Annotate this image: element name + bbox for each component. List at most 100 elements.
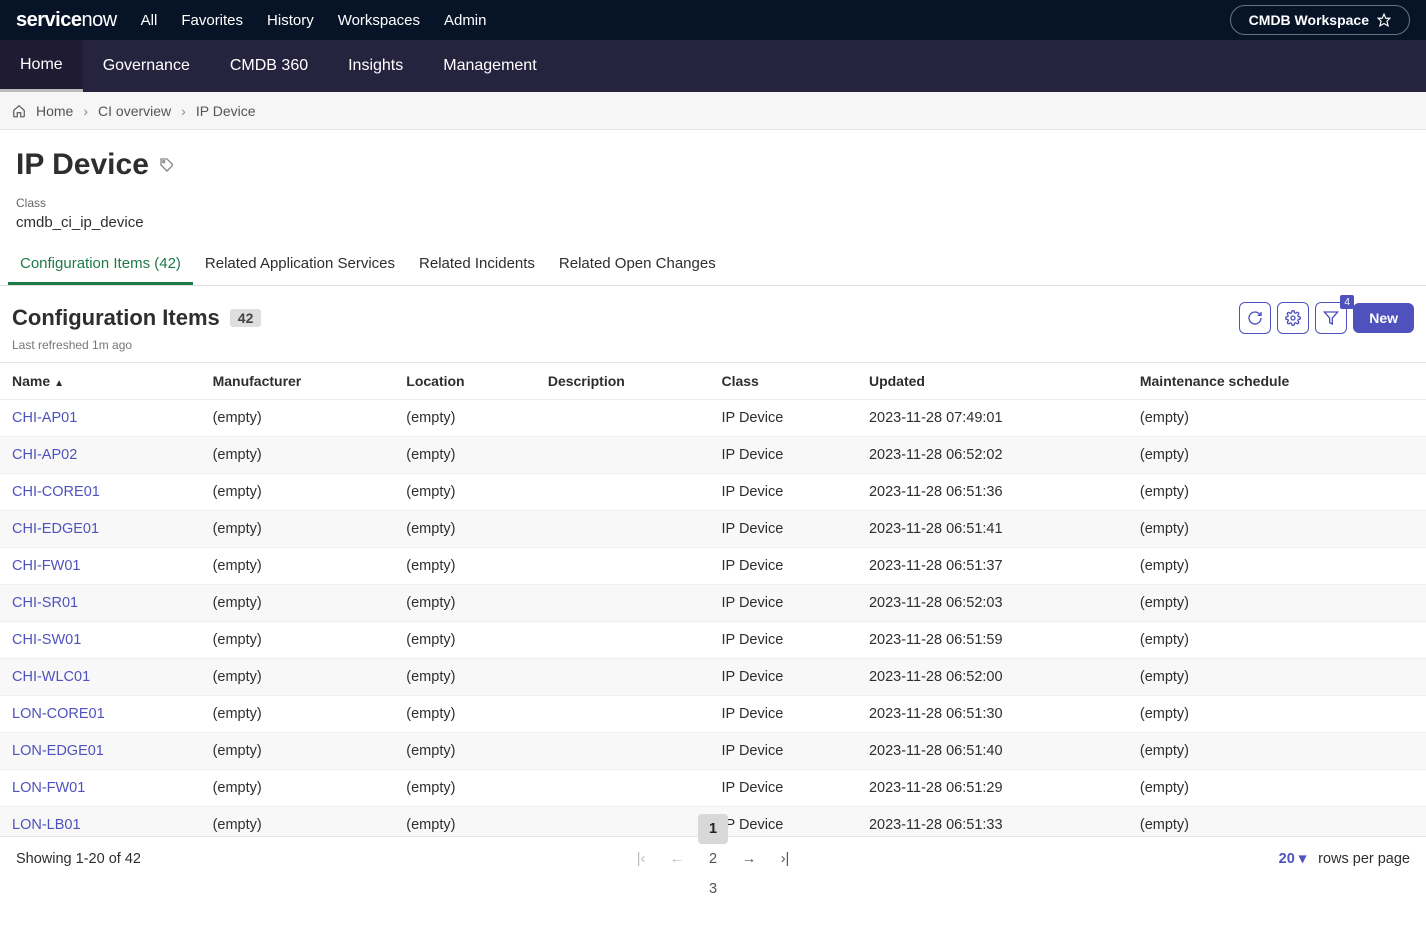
- first-page-button[interactable]: |‹: [626, 844, 656, 874]
- table-row[interactable]: CHI-SW01(empty)(empty)IP Device2023-11-2…: [0, 622, 1426, 659]
- last-page-button[interactable]: ›|: [770, 844, 800, 874]
- cell-updated: 2023-11-28 06:51:37: [857, 548, 1128, 585]
- star-icon[interactable]: [1377, 13, 1391, 27]
- column-header-updated[interactable]: Updated: [857, 363, 1128, 400]
- column-header-name[interactable]: Name▲: [0, 363, 201, 400]
- new-button[interactable]: New: [1353, 303, 1414, 333]
- class-value: cmdb_ci_ip_device: [16, 214, 1410, 231]
- cell-class: IP Device: [709, 400, 856, 437]
- last-refreshed-text: Last refreshed 1m ago: [0, 336, 1426, 362]
- ci-table: Name▲ManufacturerLocationDescriptionClas…: [0, 363, 1426, 836]
- table-row[interactable]: CHI-CORE01(empty)(empty)IP Device2023-11…: [0, 474, 1426, 511]
- tab-related-application-services[interactable]: Related Application Services: [193, 245, 407, 285]
- prev-page-button[interactable]: ←: [662, 844, 692, 874]
- cell-name[interactable]: CHI-CORE01: [0, 474, 201, 511]
- nav-admin[interactable]: Admin: [444, 12, 487, 29]
- list-table-container[interactable]: Name▲ManufacturerLocationDescriptionClas…: [0, 362, 1426, 836]
- next-page-button[interactable]: →: [734, 844, 764, 874]
- table-row[interactable]: CHI-AP02(empty)(empty)IP Device2023-11-2…: [0, 437, 1426, 474]
- filter-button[interactable]: 4: [1315, 302, 1347, 334]
- cell-maint: (empty): [1128, 474, 1426, 511]
- nav-insights[interactable]: Insights: [328, 40, 423, 92]
- cell-maint: (empty): [1128, 511, 1426, 548]
- nav-cmdb-360[interactable]: CMDB 360: [210, 40, 328, 92]
- nav-home[interactable]: Home: [0, 40, 83, 92]
- cell-name[interactable]: CHI-EDGE01: [0, 511, 201, 548]
- table-row[interactable]: CHI-WLC01(empty)(empty)IP Device2023-11-…: [0, 659, 1426, 696]
- column-header-manufacturer[interactable]: Manufacturer: [201, 363, 395, 400]
- cell-class: IP Device: [709, 622, 856, 659]
- cell-name[interactable]: CHI-SW01: [0, 622, 201, 659]
- cell-manufacturer: (empty): [201, 548, 395, 585]
- cell-description: [536, 474, 710, 511]
- cell-name[interactable]: CHI-AP01: [0, 400, 201, 437]
- home-icon[interactable]: [12, 104, 26, 118]
- breadcrumb-home[interactable]: Home: [36, 103, 73, 119]
- tab-configuration-items-42-[interactable]: Configuration Items (42): [8, 245, 193, 285]
- record-tabs: Configuration Items (42)Related Applicat…: [0, 245, 1426, 286]
- tab-related-incidents[interactable]: Related Incidents: [407, 245, 547, 285]
- cell-name[interactable]: CHI-SR01: [0, 585, 201, 622]
- cell-name[interactable]: LON-LB01: [0, 807, 201, 837]
- cell-updated: 2023-11-28 06:51:40: [857, 733, 1128, 770]
- tag-icon[interactable]: [159, 157, 175, 173]
- table-row[interactable]: CHI-EDGE01(empty)(empty)IP Device2023-11…: [0, 511, 1426, 548]
- cell-updated: 2023-11-28 06:51:29: [857, 770, 1128, 807]
- list-section-header: Configuration Items 42 4 New: [0, 286, 1426, 336]
- nav-all[interactable]: All: [141, 12, 158, 29]
- cell-name[interactable]: LON-CORE01: [0, 696, 201, 733]
- nav-history[interactable]: History: [267, 12, 314, 29]
- nav-governance[interactable]: Governance: [83, 40, 210, 92]
- page-3-button[interactable]: 3: [698, 874, 728, 904]
- table-row[interactable]: LON-CORE01(empty)(empty)IP Device2023-11…: [0, 696, 1426, 733]
- tab-related-open-changes[interactable]: Related Open Changes: [547, 245, 728, 285]
- table-row[interactable]: LON-EDGE01(empty)(empty)IP Device2023-11…: [0, 733, 1426, 770]
- filter-count-badge: 4: [1340, 295, 1354, 309]
- cell-updated: 2023-11-28 06:52:03: [857, 585, 1128, 622]
- column-header-class[interactable]: Class: [709, 363, 856, 400]
- sort-ascending-icon: ▲: [54, 378, 64, 389]
- cell-location: (empty): [394, 437, 536, 474]
- cell-name[interactable]: CHI-FW01: [0, 548, 201, 585]
- refresh-button[interactable]: [1239, 302, 1271, 334]
- column-header-location[interactable]: Location: [394, 363, 536, 400]
- cell-manufacturer: (empty): [201, 622, 395, 659]
- nav-favorites[interactable]: Favorites: [181, 12, 243, 29]
- table-row[interactable]: CHI-FW01(empty)(empty)IP Device2023-11-2…: [0, 548, 1426, 585]
- cell-updated: 2023-11-28 06:51:41: [857, 511, 1128, 548]
- cell-location: (empty): [394, 696, 536, 733]
- section-count-badge: 42: [230, 309, 262, 327]
- nav-workspaces[interactable]: Workspaces: [338, 12, 420, 29]
- page-2-button[interactable]: 2: [698, 844, 728, 874]
- rows-per-page-select[interactable]: 20 ▾: [1279, 851, 1306, 867]
- page-1-button[interactable]: 1: [698, 814, 728, 844]
- cell-location: (empty): [394, 474, 536, 511]
- chevron-right-icon: ›: [181, 103, 186, 119]
- cell-updated: 2023-11-28 06:51:59: [857, 622, 1128, 659]
- cell-manufacturer: (empty): [201, 585, 395, 622]
- settings-button[interactable]: [1277, 302, 1309, 334]
- column-header-maintenance-schedule[interactable]: Maintenance schedule: [1128, 363, 1426, 400]
- record-header: IP Device Class cmdb_ci_ip_device: [0, 130, 1426, 231]
- table-row[interactable]: CHI-AP01(empty)(empty)IP Device2023-11-2…: [0, 400, 1426, 437]
- breadcrumb-ci-overview[interactable]: CI overview: [98, 103, 171, 119]
- cell-name[interactable]: CHI-WLC01: [0, 659, 201, 696]
- table-row[interactable]: CHI-SR01(empty)(empty)IP Device2023-11-2…: [0, 585, 1426, 622]
- cell-name[interactable]: LON-EDGE01: [0, 733, 201, 770]
- caret-down-icon: ▾: [1299, 851, 1306, 867]
- cell-maint: (empty): [1128, 548, 1426, 585]
- nav-management[interactable]: Management: [423, 40, 556, 92]
- workspace-pill[interactable]: CMDB Workspace: [1230, 5, 1410, 35]
- cell-name[interactable]: LON-FW01: [0, 770, 201, 807]
- table-row[interactable]: LON-FW01(empty)(empty)IP Device2023-11-2…: [0, 770, 1426, 807]
- cell-description: [536, 696, 710, 733]
- column-header-description[interactable]: Description: [536, 363, 710, 400]
- cell-description: [536, 770, 710, 807]
- cell-updated: 2023-11-28 07:49:01: [857, 400, 1128, 437]
- cell-updated: 2023-11-28 06:52:02: [857, 437, 1128, 474]
- cell-class: IP Device: [709, 511, 856, 548]
- cell-class: IP Device: [709, 659, 856, 696]
- cell-maint: (empty): [1128, 622, 1426, 659]
- pagination-bar: Showing 1-20 of 42 |‹ ← 123 → ›| 20 ▾ ro…: [0, 836, 1426, 880]
- cell-name[interactable]: CHI-AP02: [0, 437, 201, 474]
